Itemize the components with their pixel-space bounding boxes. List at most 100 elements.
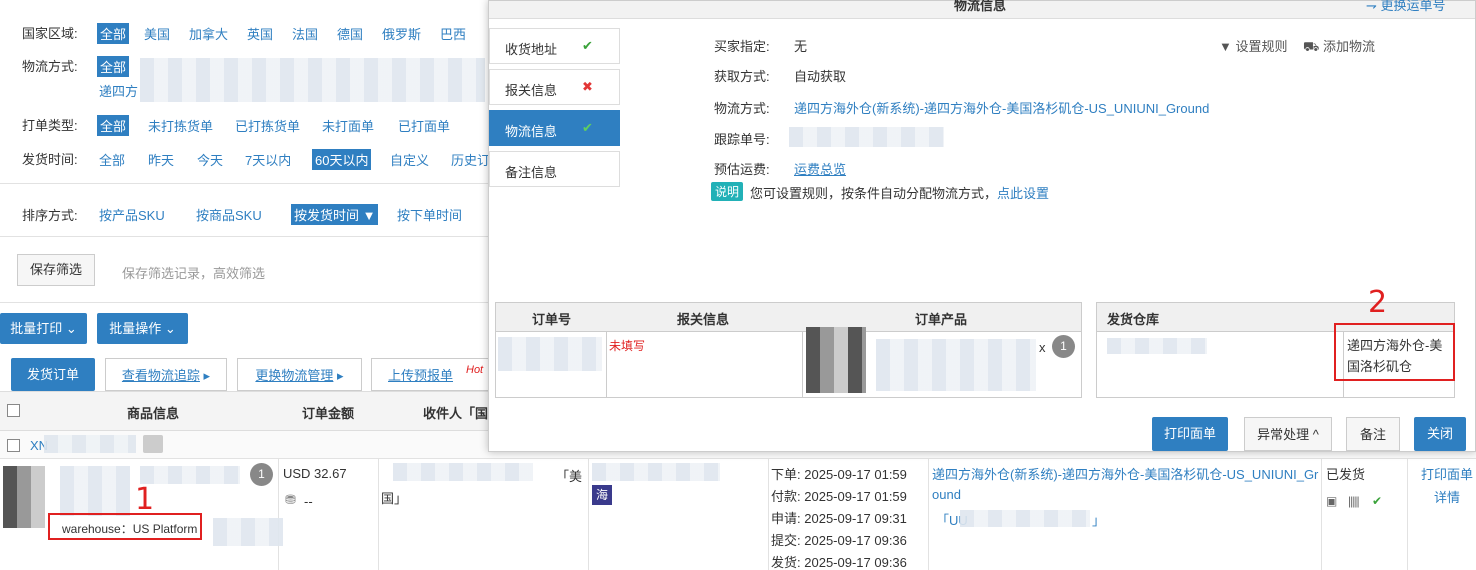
filter-icon: ▼ <box>1219 39 1236 54</box>
country-fr[interactable]: 法国 <box>292 24 318 43</box>
check-icon: ✔ <box>582 38 593 53</box>
buyer-label: 买家指定: <box>714 39 770 54</box>
ship-time-today[interactable]: 今天 <box>197 150 223 169</box>
print-type-unlabeled[interactable]: 未打面单 <box>322 116 374 135</box>
tab-upload-label: 上传预报单 <box>388 368 454 383</box>
blurred-warehouse-extra <box>213 518 283 546</box>
save-filter-button[interactable]: 保存筛选 <box>17 254 95 286</box>
time-label: 付款: <box>771 489 801 504</box>
caret-right-icon: ▸ <box>333 368 344 383</box>
print-type-labeled[interactable]: 已打面单 <box>398 116 450 135</box>
side-tab-address-label: 收货地址 <box>505 42 558 57</box>
print-label-button[interactable]: 打印面单 <box>1152 417 1228 451</box>
fee-overview-link[interactable]: 运费总览 <box>794 159 846 178</box>
logistics-method-value[interactable]: 递四方海外仓(新系统)-递四方海外仓-美国洛杉矶仓-US_UNIUNI_Grou… <box>794 98 1209 117</box>
copy-icon[interactable]: ▣ <box>1326 494 1337 508</box>
tab-track[interactable]: 查看物流追踪 ▸ <box>105 358 227 391</box>
order-quantity-badge: 1 <box>1052 335 1075 358</box>
close-button[interactable]: 关闭 <box>1414 417 1466 451</box>
country-ca[interactable]: 加拿大 <box>189 24 228 43</box>
logistics-4px[interactable]: 递四方 <box>99 81 138 100</box>
row-logistics-method-cont[interactable]: ound <box>932 487 961 502</box>
time-value: 2025-09-17 01:59 <box>804 489 907 504</box>
header-products: 订单产品 <box>915 312 968 327</box>
exception-button[interactable]: 异常处理 ^ <box>1244 417 1332 451</box>
hot-badge: Hot <box>466 364 484 376</box>
header-warehouse: 发货仓库 <box>1107 312 1160 327</box>
save-filter-hint: 保存筛选记录，高效筛选 <box>122 266 266 281</box>
cell-divider <box>768 459 769 570</box>
cell-divider <box>606 332 607 398</box>
order-checkbox[interactable] <box>7 439 20 452</box>
batch-print-label: 批量打印 <box>10 321 63 336</box>
ship-time-custom[interactable]: 自定义 <box>390 150 429 169</box>
product-image[interactable] <box>3 466 45 528</box>
ship-time-all[interactable]: 全部 <box>99 150 125 169</box>
blurred-tracking <box>592 463 720 481</box>
country-br[interactable]: 巴西 <box>440 24 466 43</box>
print-type-picked[interactable]: 已打拣货单 <box>235 116 300 135</box>
batch-ops-button[interactable]: 批量操作 ⌄ <box>97 313 188 344</box>
tab-change-logistics[interactable]: 更换物流管理 ▸ <box>237 358 362 391</box>
side-tab-notes[interactable]: 备注信息 <box>489 151 620 187</box>
ship-time-7days[interactable]: 7天以内 <box>245 150 291 169</box>
side-tab-logistics-label: 物流信息 <box>505 124 558 139</box>
amount-sub: -- <box>304 494 313 509</box>
country-ru[interactable]: 俄罗斯 <box>382 24 421 43</box>
row-logistics-method[interactable]: 递四方海外仓(新系统)-递四方海外仓-美国洛杉矶仓-US_UNIUNI_Gr <box>932 464 1318 483</box>
side-tab-logistics[interactable]: 物流信息 ✔ <box>489 110 620 146</box>
quantity-badge: 1 <box>250 463 273 486</box>
note-setup-link[interactable]: 点此设置 <box>997 183 1049 202</box>
tab-change-logistics-label: 更换物流管理 <box>255 368 334 383</box>
logistics-all[interactable]: 全部 <box>97 56 130 77</box>
cell-divider <box>802 332 803 398</box>
barcode-icon[interactable]: ||||| <box>1348 494 1360 508</box>
coin-icon: ⛃ <box>285 492 296 507</box>
batch-print-button[interactable]: 批量打印 ⌄ <box>0 313 87 344</box>
note-button[interactable]: 备注 <box>1346 417 1400 451</box>
ship-time-history[interactable]: 历史订 <box>451 150 490 169</box>
annotation-box-2 <box>1334 323 1455 381</box>
tab-ship-order[interactable]: 发货订单 <box>11 358 95 391</box>
print-type-label: 打单类型: <box>22 118 78 133</box>
cell-divider <box>278 459 279 570</box>
set-rules-button[interactable]: ▼ 设置规则 <box>1219 36 1288 55</box>
change-tracking-label: 更换运单号 <box>1380 0 1446 13</box>
sort-order-time[interactable]: 按下单时间 <box>397 205 462 224</box>
annotation-number-1: 1 <box>135 482 155 517</box>
country-us[interactable]: 美国 <box>144 24 170 43</box>
blurred-recipient <box>393 463 533 481</box>
time-value: 2025-09-17 01:59 <box>804 467 907 482</box>
add-logistics-button[interactable]: ⛟ 添加物流 <box>1303 36 1375 57</box>
side-tab-customs[interactable]: 报关信息 ✖ <box>489 69 620 105</box>
change-tracking-link[interactable]: ⇁ 更换运单号 <box>1366 0 1446 14</box>
country-uk[interactable]: 英国 <box>247 24 273 43</box>
time-label: 提交: <box>771 533 801 548</box>
cell-divider <box>378 459 379 570</box>
blurred-product-info <box>876 339 1036 391</box>
sort-product-sku[interactable]: 按产品SKU <box>99 205 165 224</box>
side-tab-address[interactable]: 收货地址 ✔ <box>489 28 620 64</box>
ship-time-60days[interactable]: 60天以内 <box>312 149 372 170</box>
print-type-unpicked[interactable]: 未打拣货单 <box>148 116 213 135</box>
divider <box>0 236 488 237</box>
print-type-all[interactable]: 全部 <box>97 115 130 136</box>
country-label: 国家区域: <box>22 26 78 41</box>
sort-goods-sku[interactable]: 按商品SKU <box>196 205 262 224</box>
order-table: 订单号 报关信息 订单产品 未填写 x 1 <box>495 302 1082 398</box>
order-table-header <box>496 303 1081 332</box>
sort-ship-time[interactable]: 按发货时间 ▼ <box>291 204 379 225</box>
ship-time-yesterday[interactable]: 昨天 <box>148 150 174 169</box>
select-all-checkbox[interactable] <box>7 404 20 417</box>
country-de[interactable]: 德国 <box>337 24 363 43</box>
platform-icon <box>143 435 163 453</box>
header-customs: 报关信息 <box>677 312 730 327</box>
row-print-label-link[interactable]: 打印面单 <box>1421 464 1473 483</box>
country-all[interactable]: 全部 <box>97 23 130 44</box>
caret-right-icon: ▸ <box>199 368 211 383</box>
time-order: 下单: 2025-09-17 01:59 <box>771 464 907 486</box>
get-method-value: 自动获取 <box>794 69 847 84</box>
time-label: 申请: <box>771 511 801 526</box>
blurred-tracking-number <box>789 127 944 147</box>
row-detail-link[interactable]: 详情 <box>1434 487 1460 506</box>
